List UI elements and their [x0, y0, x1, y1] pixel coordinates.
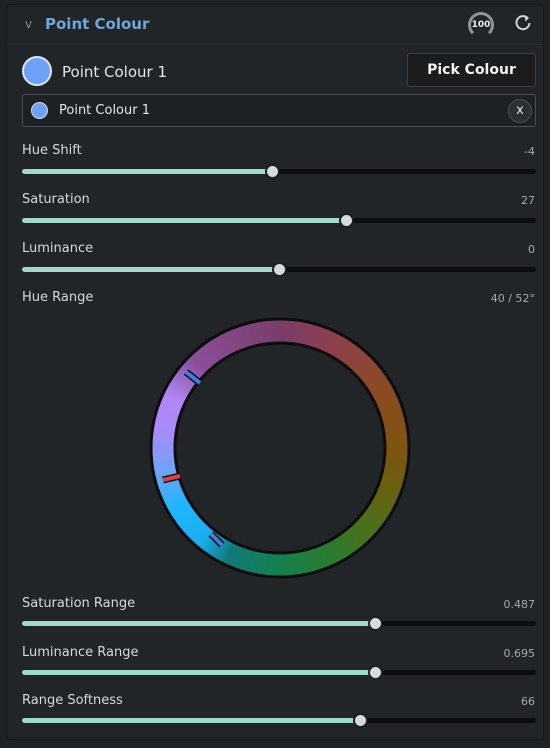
hue-shift-value: -4	[524, 145, 535, 158]
hue-shift-slider[interactable]	[22, 164, 536, 179]
slider-thumb[interactable]	[368, 665, 384, 680]
luminance-range-slider[interactable]	[22, 665, 536, 680]
hue-range-label: Hue Range	[22, 290, 94, 305]
saturation-slider[interactable]	[22, 213, 536, 228]
colour-chip-row: Point Colour 1 x	[22, 94, 536, 127]
luminance-slider[interactable]	[22, 262, 536, 277]
saturation-range-value: 0.487	[503, 598, 536, 611]
chip-label[interactable]: Point Colour 1	[59, 103, 150, 118]
slider-fill	[22, 621, 376, 626]
luminance-range-value: 0.695	[503, 647, 536, 660]
luminance-value: 0	[528, 243, 535, 256]
slider-thumb[interactable]	[368, 616, 384, 631]
saturation-value: 27	[521, 194, 535, 207]
collapse-chevron-icon[interactable]: v	[25, 17, 32, 31]
point-colour-label: Point Colour 1	[62, 63, 167, 81]
range-softness-label: Range Softness	[22, 693, 123, 708]
reset-icon[interactable]	[512, 12, 534, 34]
slider-fill	[22, 218, 347, 223]
slider-thumb[interactable]	[353, 713, 369, 728]
slider-fill	[22, 670, 376, 675]
point-colour-panel: v Point Colour 100 Point Colour 1 Pick C…	[6, 4, 544, 740]
panel-header[interactable]: v Point Colour 100	[7, 5, 543, 45]
hue-range-wheel[interactable]	[149, 317, 411, 579]
saturation-range-slider[interactable]	[22, 616, 536, 631]
panel-title: Point Colour	[45, 15, 150, 33]
range-softness-slider[interactable]	[22, 713, 536, 728]
luminance-range-label: Luminance Range	[22, 645, 139, 660]
colour-swatch[interactable]	[22, 56, 52, 86]
slider-fill	[22, 718, 361, 723]
hue-shift-label: Hue Shift	[22, 143, 82, 158]
slider-fill	[22, 267, 279, 272]
range-softness-value: 66	[521, 695, 535, 708]
chip-colour-dot[interactable]	[31, 102, 48, 119]
slider-fill	[22, 169, 273, 174]
remove-chip-button[interactable]: x	[508, 99, 532, 123]
saturation-label: Saturation	[22, 192, 90, 207]
slider-thumb[interactable]	[272, 262, 287, 277]
luminance-label: Luminance	[22, 241, 94, 256]
hue-range-value: 40 / 52°	[490, 292, 535, 305]
pick-colour-button[interactable]: Pick Colour	[407, 53, 536, 87]
slider-thumb[interactable]	[265, 164, 281, 179]
opacity-dial[interactable]: 100	[468, 12, 494, 38]
saturation-range-label: Saturation Range	[22, 596, 136, 611]
slider-thumb[interactable]	[339, 213, 355, 228]
